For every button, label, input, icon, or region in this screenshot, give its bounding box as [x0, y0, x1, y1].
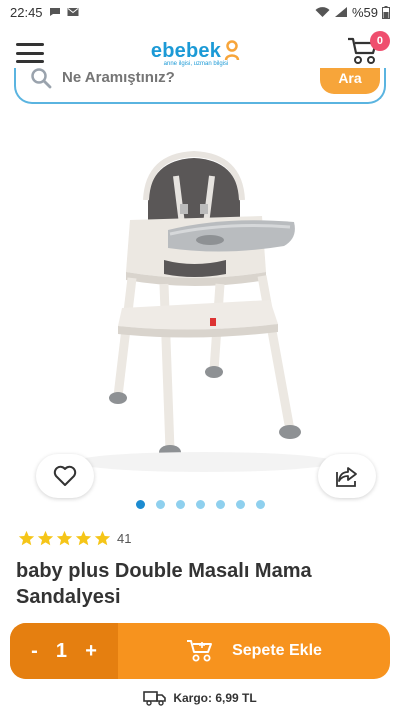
search-icon [31, 68, 52, 89]
quantity-stepper: - 1 + [10, 623, 118, 679]
star-icon [56, 530, 73, 546]
quantity-value: 1 [55, 639, 68, 662]
logo-text: ebebek [150, 39, 222, 62]
pager-dot[interactable] [135, 500, 145, 509]
pager-dot[interactable] [255, 500, 265, 509]
product-gallery[interactable] [14, 112, 386, 498]
hamburger-menu-icon[interactable] [14, 39, 46, 67]
share-icon [336, 467, 357, 487]
chat-notification-icon [49, 8, 60, 16]
signal-icon [334, 7, 347, 17]
favorite-button[interactable] [36, 454, 94, 498]
add-to-cart-bar: - 1 + Sepete Ekle [10, 623, 390, 679]
share-button[interactable] [318, 454, 376, 498]
shipping-text: Kargo: 6,99 TL [173, 691, 257, 705]
logo-mark-icon [224, 40, 240, 61]
battery-icon [382, 5, 390, 19]
stroller-cart-icon [187, 640, 213, 662]
decrease-quantity-button[interactable]: - [31, 640, 38, 663]
star-icon [37, 530, 54, 546]
pager-dot[interactable] [195, 500, 205, 509]
pager-dot[interactable] [155, 500, 165, 509]
add-to-cart-label: Sepete Ekle [232, 642, 322, 659]
logo[interactable]: ebebek anne ilgisi, uzman bilgisi [151, 40, 241, 67]
truck-icon [143, 691, 167, 706]
wifi-icon [315, 7, 330, 17]
shipping-info: Kargo: 6,99 TL [0, 690, 400, 706]
search-input[interactable] [62, 68, 292, 86]
battery-percent: %59 [351, 4, 378, 20]
cart-count-badge: 0 [369, 31, 390, 51]
pager-dot[interactable] [235, 500, 245, 509]
rating-count: 41 [117, 531, 132, 546]
star-icon [75, 530, 92, 546]
search-button[interactable]: Ara [320, 68, 380, 94]
pager-dot[interactable] [175, 500, 185, 509]
add-to-cart-button[interactable]: Sepete Ekle [118, 623, 390, 679]
star-icon [94, 530, 111, 546]
mail-notification-icon [67, 8, 79, 16]
pager-dot[interactable] [215, 500, 225, 509]
status-bar: 22:45 %59 [0, 0, 400, 24]
product-rating[interactable]: 41 [18, 530, 131, 547]
search-bar: Ara [14, 68, 386, 104]
heart-icon [53, 465, 77, 486]
product-image[interactable] [14, 112, 386, 492]
product-title: baby plus Double Masalı Mama Sandalyesi [16, 560, 312, 608]
cart-button[interactable]: 0 [346, 31, 390, 71]
logo-tagline: anne ilgisi, uzman bilgisi [163, 60, 229, 67]
increase-quantity-button[interactable]: + [85, 640, 97, 663]
star-icon [18, 530, 35, 546]
gallery-pager [0, 500, 400, 509]
clock: 22:45 [10, 4, 43, 20]
